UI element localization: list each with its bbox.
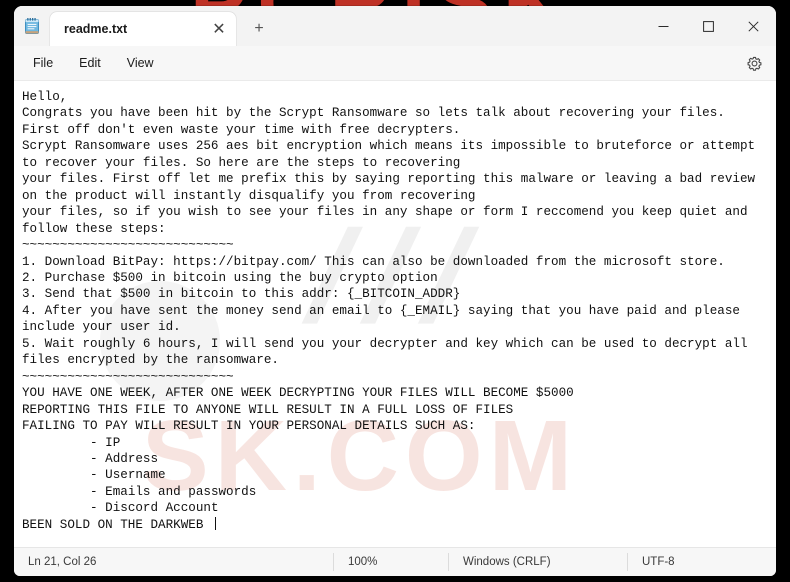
tab-label: readme.txt [64, 22, 128, 36]
ransom-note-text: Hello, Congrats you have been hit by the… [22, 90, 756, 532]
status-cursor-position: Ln 21, Col 26 [28, 556, 97, 568]
tab-readme-txt[interactable]: readme.txt ✕ [50, 12, 236, 46]
status-line-ending[interactable]: Windows (CRLF) [448, 553, 627, 571]
minimize-button[interactable] [641, 6, 686, 46]
text-caret [214, 516, 216, 530]
window-close-icon[interactable] [731, 6, 776, 46]
menu-bar: File Edit View [14, 46, 776, 81]
status-bar: Ln 21, Col 26 100% Windows (CRLF) UTF-8 [14, 547, 776, 576]
notepad-window: readme.txt ✕ + File Edit View /// SK.COM… [14, 6, 776, 576]
menu-item-edit[interactable]: Edit [66, 51, 114, 75]
text-editor[interactable]: /// SK.COM Hello, Congrats you have been… [14, 81, 776, 547]
window-controls [641, 6, 776, 46]
editor-text[interactable]: Hello, Congrats you have been hit by the… [14, 81, 776, 533]
title-bar: readme.txt ✕ + [14, 6, 776, 46]
maximize-button[interactable] [686, 6, 731, 46]
status-encoding[interactable]: UTF-8 [627, 553, 776, 571]
close-icon[interactable]: ✕ [206, 17, 232, 41]
gear-icon[interactable] [740, 50, 768, 76]
notepad-icon [14, 6, 50, 46]
status-zoom-level[interactable]: 100% [333, 553, 448, 571]
menu-item-file[interactable]: File [20, 51, 66, 75]
new-tab-icon[interactable]: + [242, 14, 276, 44]
menu-item-view[interactable]: View [114, 51, 167, 75]
